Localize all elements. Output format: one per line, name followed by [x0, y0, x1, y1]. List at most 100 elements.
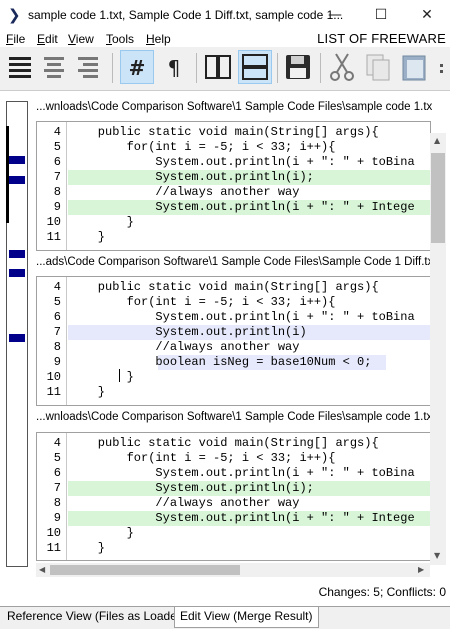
pane-title: ...wnloads\Code Comparison Software\1 Sa…	[36, 411, 432, 423]
overview-change-marker[interactable]	[9, 156, 25, 164]
line-number: 11	[46, 385, 61, 399]
code-line[interactable]: 6 System.out.println(i + ": " + toBina	[37, 310, 430, 325]
code-line[interactable]: 7 System.out.println(i)	[37, 325, 430, 340]
toolbar-overflow-icon[interactable]	[434, 50, 450, 84]
code-text: public static void main(String[] args){	[69, 125, 379, 139]
overview-change-marker[interactable]	[9, 334, 25, 342]
code-line[interactable]: 10 }	[37, 215, 430, 230]
code-line[interactable]: 5 for(int i = -5; i < 33; i++){	[37, 451, 430, 466]
line-number: 6	[53, 466, 61, 480]
line-number: 8	[53, 185, 61, 199]
overview-viewport-indicator[interactable]	[6, 126, 9, 223]
side-by-side-icon[interactable]	[201, 50, 235, 84]
scroll-down-icon[interactable]: ▼	[434, 551, 440, 560]
menu-file[interactable]: File	[6, 32, 25, 46]
overview-change-marker[interactable]	[9, 250, 25, 258]
code-line[interactable]: 9 boolean isNeg = base10Num < 0;	[37, 355, 430, 370]
code-text: for(int i = -5; i < 33; i++){	[69, 140, 336, 154]
code-text: }	[69, 370, 134, 384]
line-number: 8	[53, 496, 61, 510]
code-text: }	[69, 526, 134, 540]
stacked-view-icon[interactable]	[238, 50, 272, 84]
menu-edit[interactable]: Edit	[37, 32, 58, 46]
code-text: System.out.println(i + ": " + Intege	[69, 200, 415, 214]
code-text: System.out.println(i + ": " + Intege	[69, 511, 415, 525]
code-line[interactable]: 8 //always another way	[37, 340, 430, 355]
code-line[interactable]: 11 }	[37, 385, 430, 400]
close-button[interactable]: ✕	[404, 0, 450, 30]
copy-icon[interactable]	[361, 50, 395, 84]
horizontal-scrollbar[interactable]: ◀ ▶	[36, 563, 430, 577]
scroll-up-icon[interactable]: ▲	[434, 136, 440, 145]
code-line[interactable]: 9 System.out.println(i + ": " + Intege	[37, 200, 430, 215]
code-line[interactable]: 5 for(int i = -5; i < 33; i++){	[37, 295, 430, 310]
code-text: }	[69, 385, 106, 399]
code-text: System.out.println(i);	[69, 481, 314, 495]
scroll-right-icon[interactable]: ▶	[418, 565, 424, 574]
code-line[interactable]: 8 //always another way	[37, 496, 430, 511]
line-number: 7	[53, 325, 61, 339]
code-line[interactable]: 9 System.out.println(i + ": " + Intege	[37, 511, 430, 526]
code-line[interactable]: 6 System.out.println(i + ": " + toBina	[37, 466, 430, 481]
file-pane-diff[interactable]: 4 public static void main(String[] args)…	[36, 276, 431, 406]
cut-icon[interactable]	[325, 50, 359, 84]
align-left-icon[interactable]	[3, 50, 37, 84]
toolbar-separator	[277, 53, 278, 83]
menu-tools[interactable]: Tools	[106, 32, 134, 46]
show-whitespace-icon[interactable]: ¶	[157, 50, 191, 84]
code-line[interactable]: 11 }	[37, 541, 430, 556]
paste-icon[interactable]	[397, 50, 431, 84]
line-number: 10	[46, 526, 61, 540]
code-line[interactable]: 4 public static void main(String[] args)…	[37, 436, 430, 451]
code-line[interactable]: 5 for(int i = -5; i < 33; i++){	[37, 140, 430, 155]
scroll-left-icon[interactable]: ◀	[39, 565, 45, 574]
code-line[interactable]: 6 System.out.println(i + ": " + toBina	[37, 155, 430, 170]
code-text: for(int i = -5; i < 33; i++){	[69, 451, 336, 465]
code-text: System.out.println(i + ": " + toBina	[69, 466, 415, 480]
tab-reference-view[interactable]: Reference View (Files as Loaded)	[2, 607, 193, 627]
show-line-numbers-icon[interactable]: #	[120, 50, 154, 84]
code-line[interactable]: 11 }	[37, 230, 430, 245]
code-line[interactable]: 7 System.out.println(i);	[37, 481, 430, 496]
horizontal-scroll-thumb[interactable]	[50, 565, 240, 575]
code-text: public static void main(String[] args){	[69, 280, 379, 294]
code-text: for(int i = -5; i < 33; i++){	[69, 295, 336, 309]
code-text: }	[69, 541, 106, 555]
code-line[interactable]: 4 public static void main(String[] args)…	[37, 280, 430, 295]
toolbar-separator	[196, 53, 197, 83]
menu-view[interactable]: View	[68, 32, 94, 46]
align-center-icon[interactable]	[37, 50, 71, 84]
code-line[interactable]: 10 }	[37, 526, 430, 541]
vertical-scrollbar[interactable]: ▲ ▼	[430, 133, 446, 565]
maximize-button[interactable]: ☐	[358, 0, 404, 30]
diff-area: ...wnloads\Code Comparison Software\1 Sa…	[0, 90, 450, 609]
line-number: 9	[53, 355, 61, 369]
watermark-text: LIST OF FREEWARE	[317, 31, 446, 46]
code-text: //always another way	[69, 496, 300, 510]
line-number: 6	[53, 155, 61, 169]
line-number: 4	[53, 436, 61, 450]
overview-change-marker[interactable]	[9, 176, 25, 184]
line-number: 9	[53, 200, 61, 214]
line-number: 10	[46, 215, 61, 229]
overview-change-marker[interactable]	[9, 269, 25, 277]
view-tabs: Reference View (Files as Loaded) Edit Vi…	[0, 606, 450, 629]
save-icon[interactable]	[281, 50, 315, 84]
file-pane-merge[interactable]: 4 public static void main(String[] args)…	[36, 432, 431, 561]
text-caret	[119, 369, 120, 382]
minimize-button[interactable]: —	[312, 0, 358, 30]
code-line[interactable]: 7 System.out.println(i);	[37, 170, 430, 185]
menu-help[interactable]: Help	[146, 32, 171, 46]
vertical-scroll-thumb[interactable]	[431, 153, 445, 243]
tab-edit-view[interactable]: Edit View (Merge Result)	[174, 607, 319, 628]
code-line[interactable]: 8 //always another way	[37, 185, 430, 200]
svg-text:#: #	[129, 56, 146, 80]
line-number: 4	[53, 280, 61, 294]
diff-overview-bar[interactable]	[6, 101, 28, 567]
line-number: 7	[53, 170, 61, 184]
code-line[interactable]: 4 public static void main(String[] args)…	[37, 125, 430, 140]
code-line[interactable]: 10 }	[37, 370, 430, 385]
file-pane-original[interactable]: 4 public static void main(String[] args)…	[36, 121, 431, 251]
svg-text:¶: ¶	[168, 56, 181, 80]
align-right-icon[interactable]	[71, 50, 105, 84]
